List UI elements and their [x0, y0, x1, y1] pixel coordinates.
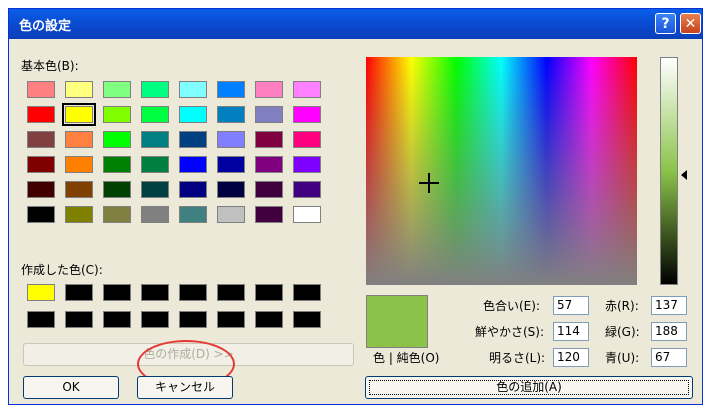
custom-color-swatch[interactable] — [179, 284, 207, 301]
basic-color-swatch[interactable] — [103, 106, 131, 123]
basic-color-swatch[interactable] — [65, 81, 93, 98]
basic-color-swatch[interactable] — [293, 156, 321, 173]
basic-color-swatch[interactable] — [141, 81, 169, 98]
add-to-custom-colors-button[interactable]: 色の追加(A) — [365, 376, 693, 399]
color-dialog: 色の設定 ? ✕ 基本色(B): 作成した色(C): 色の作成(D) >> OK… — [8, 8, 703, 405]
basic-color-swatch[interactable] — [62, 103, 96, 126]
basic-color-swatch[interactable] — [141, 131, 169, 148]
basic-color-swatch[interactable] — [217, 206, 245, 223]
blue-field[interactable]: 67 — [651, 348, 687, 367]
basic-color-swatch[interactable] — [255, 106, 283, 123]
basic-color-swatch[interactable] — [27, 131, 55, 148]
basic-color-swatch[interactable] — [293, 81, 321, 98]
basic-color-swatch[interactable] — [103, 156, 131, 173]
red-field[interactable]: 137 — [651, 296, 687, 315]
basic-color-swatch[interactable] — [255, 181, 283, 198]
color-preview — [366, 295, 428, 348]
basic-color-swatch[interactable] — [141, 156, 169, 173]
luminance-slider[interactable] — [660, 57, 678, 285]
custom-color-swatch[interactable] — [293, 311, 321, 328]
luminance-arrow-icon[interactable] — [681, 170, 687, 180]
basic-color-swatch[interactable] — [179, 131, 207, 148]
custom-color-swatch[interactable] — [179, 311, 207, 328]
basic-color-swatch[interactable] — [103, 131, 131, 148]
custom-color-swatch[interactable] — [217, 284, 245, 301]
basic-color-swatch[interactable] — [217, 156, 245, 173]
basic-color-swatch[interactable] — [27, 206, 55, 223]
basic-color-swatch[interactable] — [255, 156, 283, 173]
basic-color-swatch[interactable] — [179, 156, 207, 173]
cancel-button[interactable]: キャンセル — [137, 376, 233, 399]
custom-colors-label: 作成した色(C): — [21, 263, 103, 277]
basic-color-swatch[interactable] — [217, 81, 245, 98]
green-label: 緑(G): — [605, 325, 640, 339]
basic-color-swatch[interactable] — [141, 181, 169, 198]
basic-color-swatch[interactable] — [27, 81, 55, 98]
custom-color-swatch[interactable] — [141, 311, 169, 328]
ok-button[interactable]: OK — [23, 376, 119, 399]
basic-color-swatch[interactable] — [293, 181, 321, 198]
basic-color-swatch[interactable] — [293, 131, 321, 148]
title-bar[interactable]: 色の設定 ? ✕ — [9, 9, 702, 39]
help-button[interactable]: ? — [655, 13, 676, 34]
custom-color-swatch[interactable] — [217, 311, 245, 328]
basic-color-swatch[interactable] — [103, 206, 131, 223]
basic-color-swatch[interactable] — [179, 106, 207, 123]
basic-color-swatch[interactable] — [293, 106, 321, 123]
basic-color-swatch[interactable] — [103, 181, 131, 198]
basic-color-swatch[interactable] — [217, 131, 245, 148]
basic-color-swatch[interactable] — [65, 206, 93, 223]
basic-color-swatch[interactable] — [103, 81, 131, 98]
color-spectrum[interactable] — [366, 57, 637, 285]
custom-color-swatch[interactable] — [255, 311, 283, 328]
basic-color-swatch[interactable] — [179, 206, 207, 223]
basic-color-swatch[interactable] — [141, 106, 169, 123]
preview-label[interactable]: 色 | 純色(O) — [373, 349, 439, 366]
basic-color-swatch[interactable] — [27, 106, 55, 123]
green-field[interactable]: 188 — [651, 322, 687, 341]
basic-color-swatch[interactable] — [217, 106, 245, 123]
basic-color-swatch[interactable] — [255, 131, 283, 148]
basic-color-swatch[interactable] — [217, 181, 245, 198]
hue-field[interactable]: 57 — [553, 296, 589, 315]
basic-color-swatch[interactable] — [255, 81, 283, 98]
custom-color-swatch[interactable] — [65, 311, 93, 328]
basic-color-swatch[interactable] — [27, 181, 55, 198]
custom-color-swatch[interactable] — [255, 284, 283, 301]
red-label: 赤(R): — [605, 299, 639, 313]
dialog-title: 色の設定 — [19, 19, 72, 34]
basic-color-swatch[interactable] — [27, 156, 55, 173]
custom-color-swatch[interactable] — [141, 284, 169, 301]
basic-color-swatch[interactable] — [65, 156, 93, 173]
basic-color-swatch[interactable] — [255, 206, 283, 223]
basic-color-swatch[interactable] — [179, 181, 207, 198]
basic-colors-label: 基本色(B): — [21, 59, 79, 73]
custom-color-swatch[interactable] — [103, 284, 131, 301]
basic-color-swatch[interactable] — [179, 81, 207, 98]
close-button[interactable]: ✕ — [680, 13, 701, 34]
custom-color-swatch[interactable] — [293, 284, 321, 301]
basic-color-swatch[interactable] — [293, 206, 321, 223]
focus-rect — [369, 380, 689, 395]
custom-color-swatch[interactable] — [27, 311, 55, 328]
custom-color-swatch[interactable] — [27, 284, 55, 301]
custom-color-swatch[interactable] — [103, 311, 131, 328]
luminance-field[interactable]: 120 — [553, 348, 589, 367]
saturation-field[interactable]: 114 — [553, 322, 589, 341]
custom-color-swatch[interactable] — [65, 284, 93, 301]
basic-color-swatch[interactable] — [65, 131, 93, 148]
luminance-label: 明るさ(L): — [489, 351, 546, 365]
ok-button-label: OK — [62, 380, 80, 394]
blue-label: 青(U): — [605, 351, 640, 365]
saturation-label: 鮮やかさ(S): — [475, 325, 545, 339]
basic-color-swatch[interactable] — [141, 206, 169, 223]
basic-color-swatch[interactable] — [65, 181, 93, 198]
hue-label: 色合い(E): — [483, 299, 540, 313]
crosshair-cursor-icon — [419, 173, 439, 193]
